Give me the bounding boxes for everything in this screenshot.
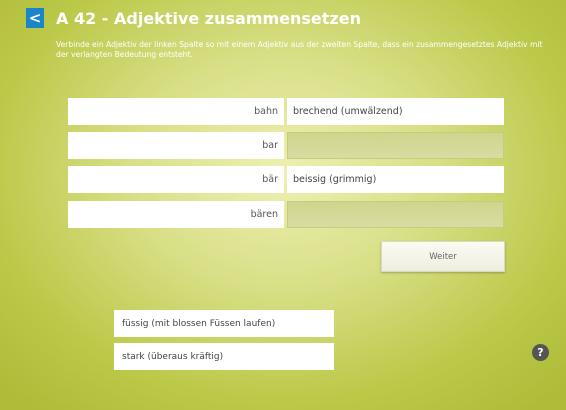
pair-row-3: bär beissig (grimmig) bbox=[68, 166, 504, 193]
page-title: A 42 - Adjektive zusammensetzen bbox=[56, 9, 361, 28]
drop-slot-filled[interactable]: brechend (umwälzend) bbox=[287, 98, 504, 125]
back-button[interactable]: < bbox=[26, 8, 44, 28]
pair-row-1: bahn brechend (umwälzend) bbox=[68, 98, 504, 125]
left-adjective: bahn bbox=[68, 98, 284, 125]
drop-slot-empty[interactable] bbox=[287, 201, 504, 228]
draggable-answer-tile[interactable]: stark (überaus kräftig) bbox=[114, 343, 334, 370]
drop-slot-empty[interactable] bbox=[287, 132, 504, 159]
pair-row-2: bar bbox=[68, 132, 504, 159]
help-icon[interactable]: ? bbox=[532, 344, 549, 361]
next-button[interactable]: Weiter bbox=[381, 241, 505, 272]
instructions-text: Verbinde ein Adjektiv der linken Spalte … bbox=[56, 40, 543, 59]
chevron-left-icon: < bbox=[28, 8, 42, 27]
left-adjective: bären bbox=[68, 201, 284, 228]
left-adjective: bär bbox=[68, 166, 284, 193]
drop-slot-filled[interactable]: beissig (grimmig) bbox=[287, 166, 504, 193]
pair-row-4: bären bbox=[68, 201, 504, 228]
left-adjective: bar bbox=[68, 132, 284, 159]
draggable-answer-tile[interactable]: füssig (mit blossen Füssen laufen) bbox=[114, 310, 334, 337]
